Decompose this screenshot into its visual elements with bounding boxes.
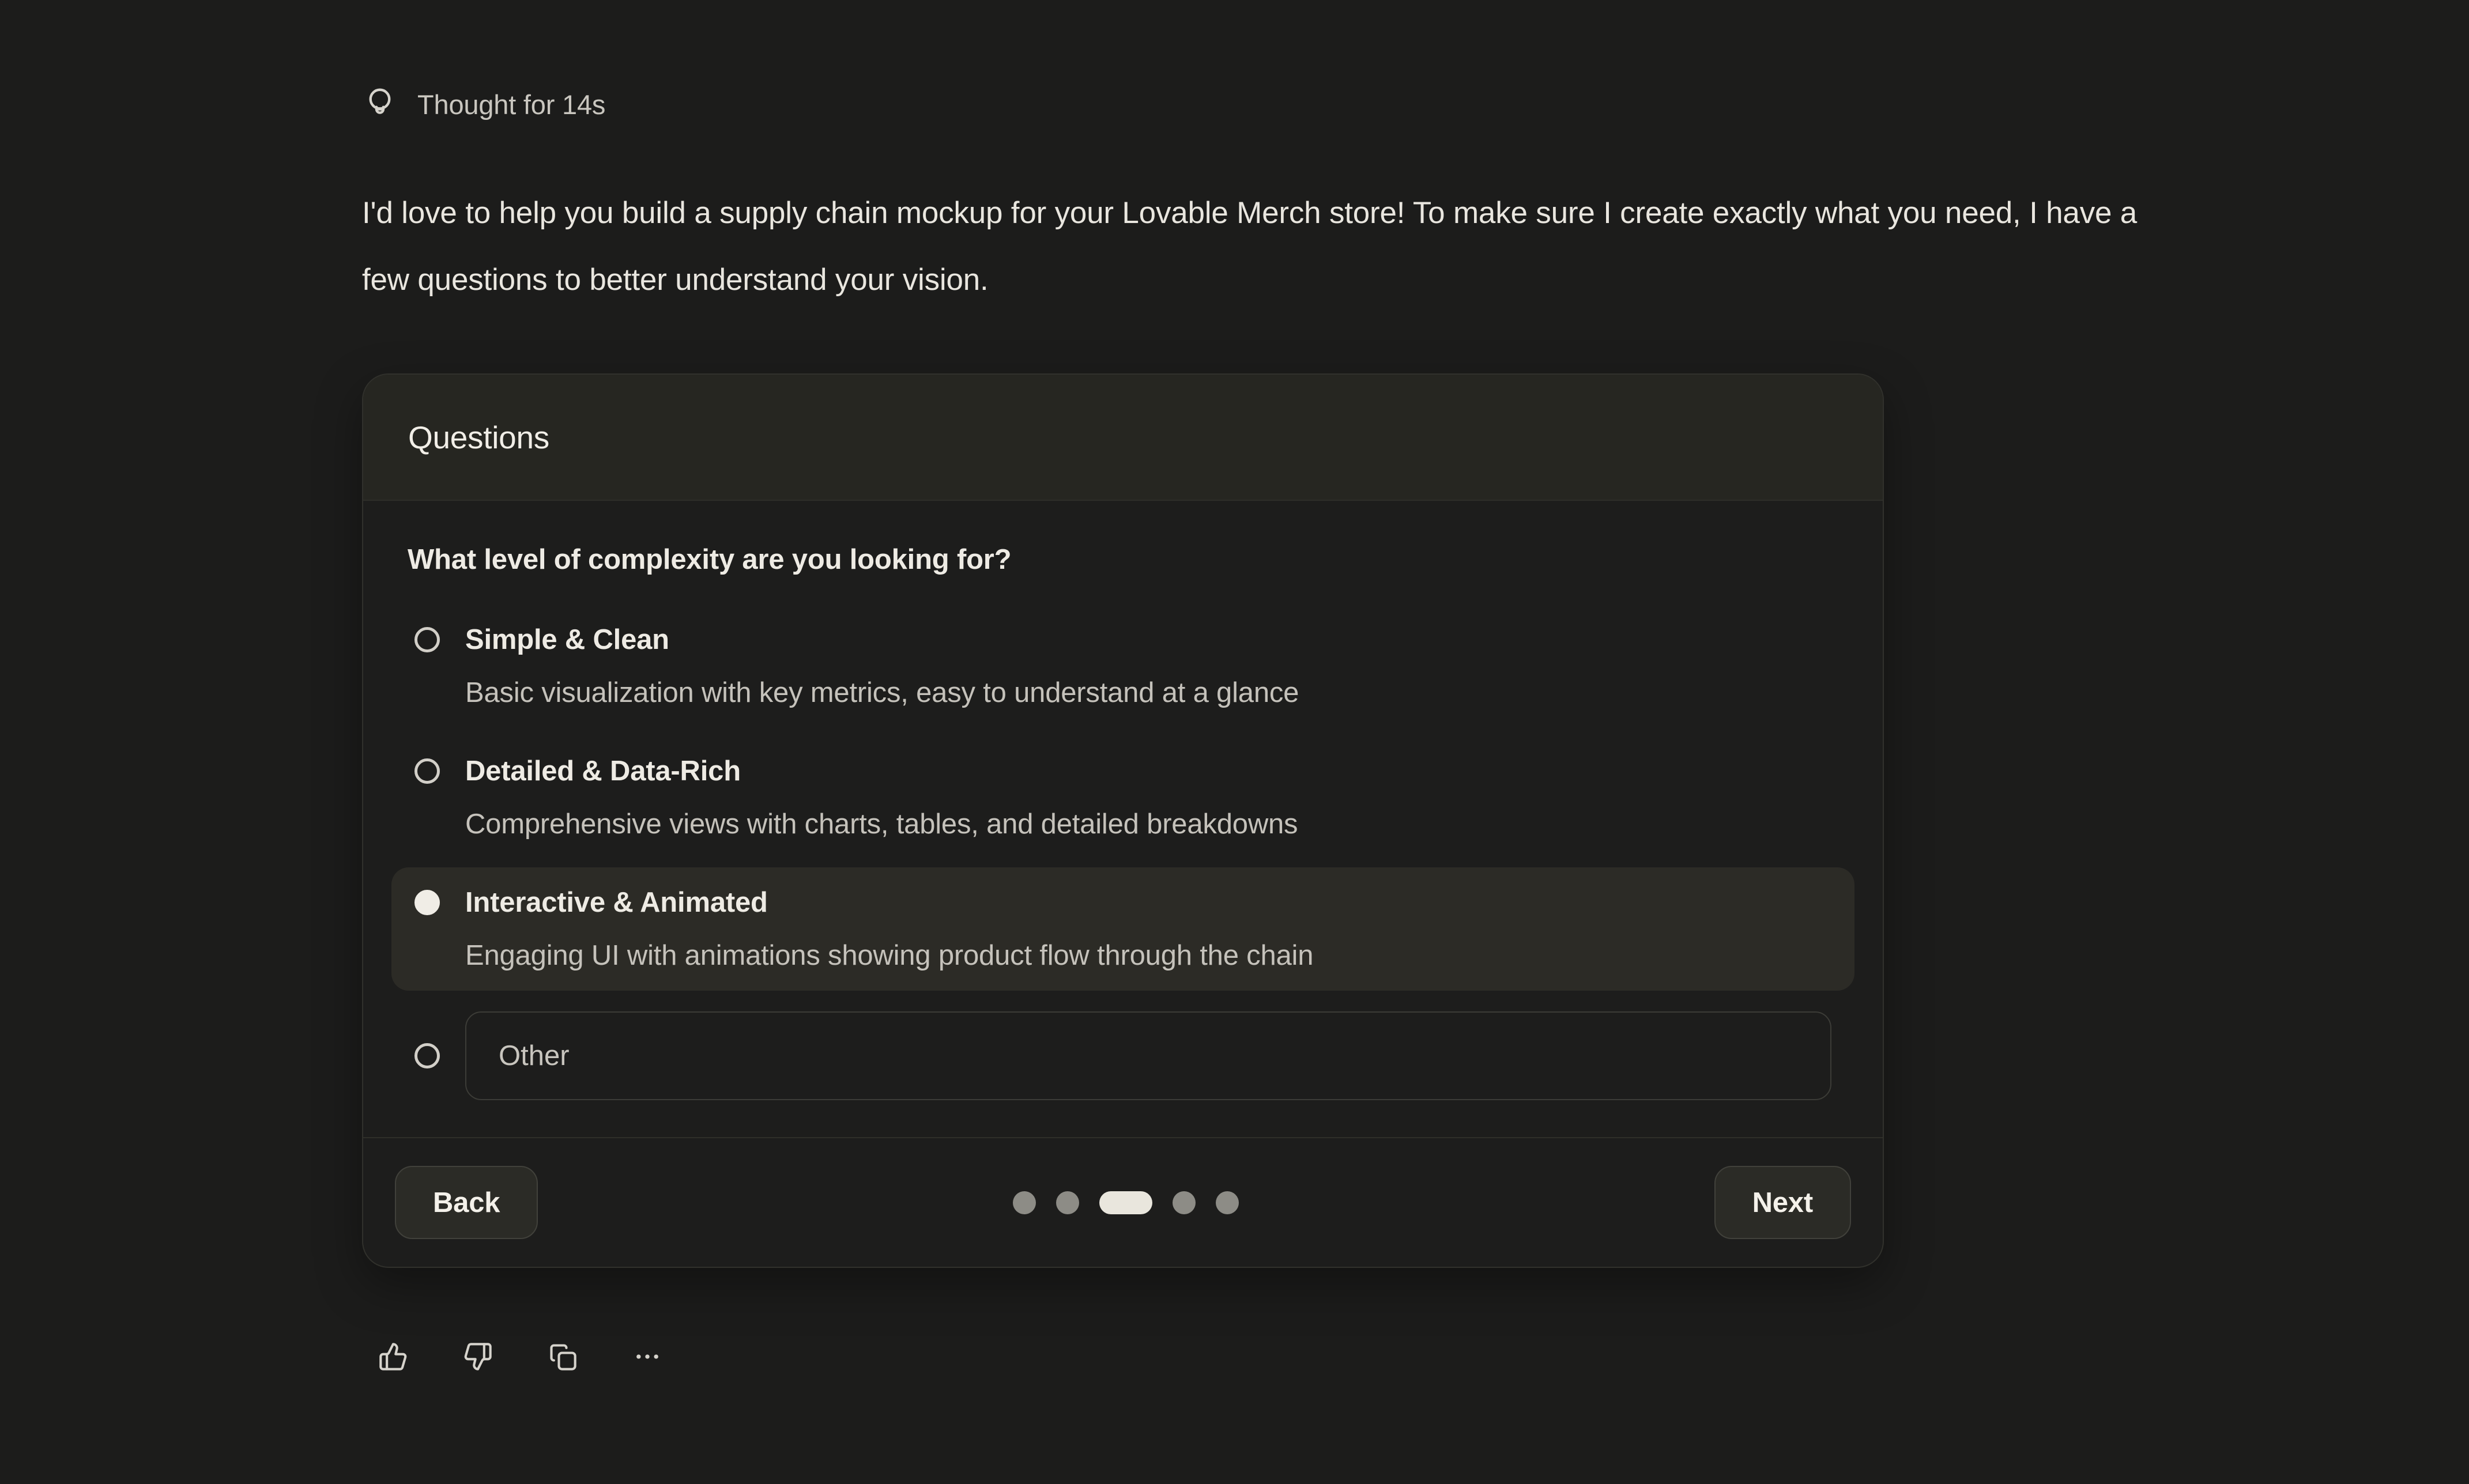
questions-card-footer: Back Next: [363, 1137, 1883, 1267]
other-option-input[interactable]: [465, 1011, 1831, 1100]
chat-message-area: Thought for 14s I'd love to help you bui…: [0, 0, 2469, 1372]
questions-card-header: Questions: [363, 375, 1883, 501]
option-other: [391, 1011, 1854, 1100]
next-button[interactable]: Next: [1714, 1166, 1851, 1239]
progress-dots: [1013, 1191, 1239, 1214]
progress-dot: [1013, 1191, 1036, 1214]
radio-selected-icon[interactable]: [414, 890, 440, 915]
progress-dot: [1173, 1191, 1196, 1214]
questions-card-body: What level of complexity are you looking…: [363, 501, 1883, 1137]
questions-card: Questions What level of complexity are y…: [362, 373, 1884, 1268]
radio-unselected-icon[interactable]: [414, 1043, 440, 1068]
option-detailed-data-rich[interactable]: Detailed & Data-Rich Comprehensive views…: [391, 736, 1854, 859]
thought-label: Thought for 14s: [417, 89, 605, 120]
thumbs-up-icon[interactable]: [378, 1342, 408, 1372]
progress-dot: [1056, 1191, 1079, 1214]
option-label: Interactive & Animated: [465, 885, 1313, 920]
radio-unselected-icon[interactable]: [414, 627, 440, 652]
option-simple-clean[interactable]: Simple & Clean Basic visualization with …: [391, 605, 1854, 728]
radio-unselected-icon[interactable]: [414, 758, 440, 784]
progress-dot-active: [1099, 1191, 1152, 1214]
option-description: Engaging UI with animations showing prod…: [465, 938, 1313, 973]
back-button[interactable]: Back: [395, 1166, 538, 1239]
assistant-message: I'd love to help you build a supply chai…: [362, 180, 2189, 314]
message-actions: [378, 1342, 2469, 1372]
option-interactive-animated[interactable]: Interactive & Animated Engaging UI with …: [391, 867, 1854, 991]
options-list: Simple & Clean Basic visualization with …: [391, 605, 1854, 1100]
option-label: Simple & Clean: [465, 622, 1299, 658]
lightbulb-icon: [362, 85, 398, 123]
option-description: Comprehensive views with charts, tables,…: [465, 806, 1298, 842]
option-label: Detailed & Data-Rich: [465, 753, 1298, 789]
thought-summary[interactable]: Thought for 14s: [362, 85, 605, 123]
progress-dot: [1216, 1191, 1239, 1214]
copy-icon[interactable]: [548, 1342, 578, 1372]
more-options-icon[interactable]: [632, 1342, 662, 1372]
question-text: What level of complexity are you looking…: [408, 543, 1838, 576]
option-description: Basic visualization with key metrics, ea…: [465, 675, 1299, 711]
thumbs-down-icon[interactable]: [463, 1342, 493, 1372]
card-title: Questions: [408, 419, 549, 456]
